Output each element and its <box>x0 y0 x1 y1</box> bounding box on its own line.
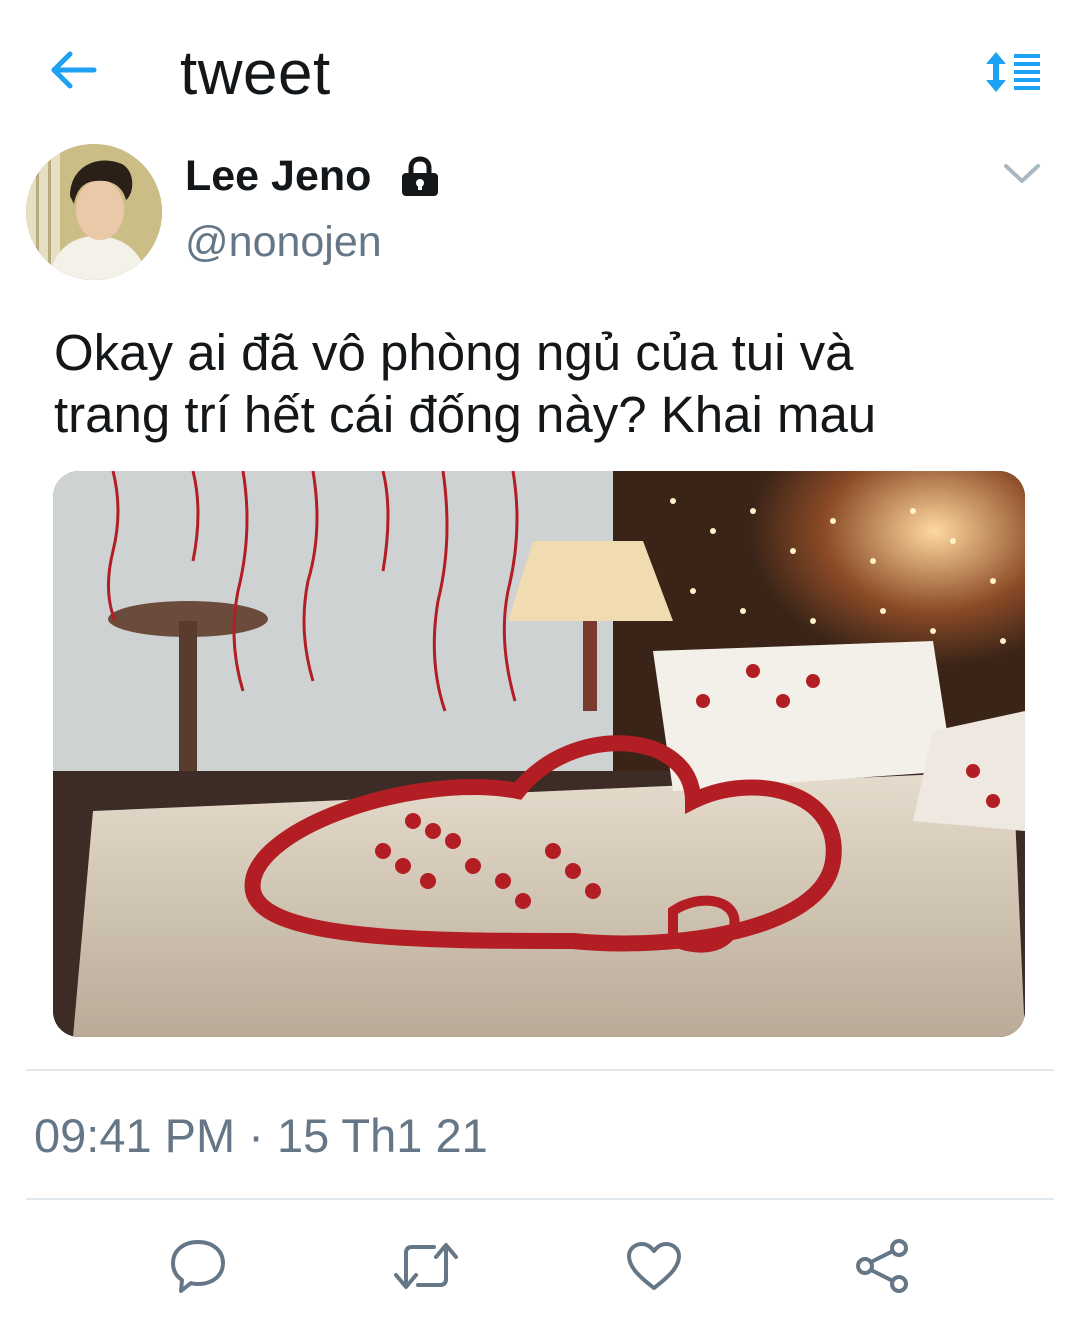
reply-button[interactable] <box>162 1230 234 1302</box>
tweet-text-line: Okay ai đã vô phòng ngủ của tui và <box>54 324 854 381</box>
photo-bedroom-decor <box>53 471 1025 1037</box>
display-name[interactable]: Lee Jeno <box>185 152 371 201</box>
tweet-actions-bar <box>0 1220 1080 1310</box>
tweet-text-line: trang trí hết cái đống này? Khai mau <box>54 386 877 443</box>
lock-icon <box>402 156 438 196</box>
back-button[interactable] <box>46 44 102 96</box>
heart-icon <box>627 1242 681 1290</box>
tweet-timestamp: 09:41 PM · 15 Th1 21 <box>34 1109 488 1162</box>
top-app-bar: tweet <box>0 0 1080 140</box>
sort-button[interactable] <box>980 44 1046 100</box>
retweet-icon <box>394 1243 458 1289</box>
avatar[interactable] <box>26 144 162 280</box>
share-button[interactable] <box>846 1230 918 1302</box>
tweet-text: Okay ai đã vô phòng ngủ của tui và trang… <box>54 322 1044 446</box>
divider <box>26 1069 1054 1071</box>
share-icon <box>856 1239 908 1293</box>
profile-photo <box>26 144 162 280</box>
reply-icon <box>171 1240 225 1293</box>
sort-list-icon <box>986 52 1040 92</box>
page-title: tweet <box>180 39 331 108</box>
chevron-down-icon <box>1004 164 1040 183</box>
more-options-button[interactable] <box>998 152 1046 196</box>
like-button[interactable] <box>618 1230 690 1302</box>
user-handle[interactable]: @nonojen <box>185 218 382 267</box>
tweet-media-image[interactable] <box>53 471 1025 1037</box>
arrow-left-icon <box>51 51 97 89</box>
divider <box>26 1198 1054 1200</box>
retweet-button[interactable] <box>390 1230 462 1302</box>
